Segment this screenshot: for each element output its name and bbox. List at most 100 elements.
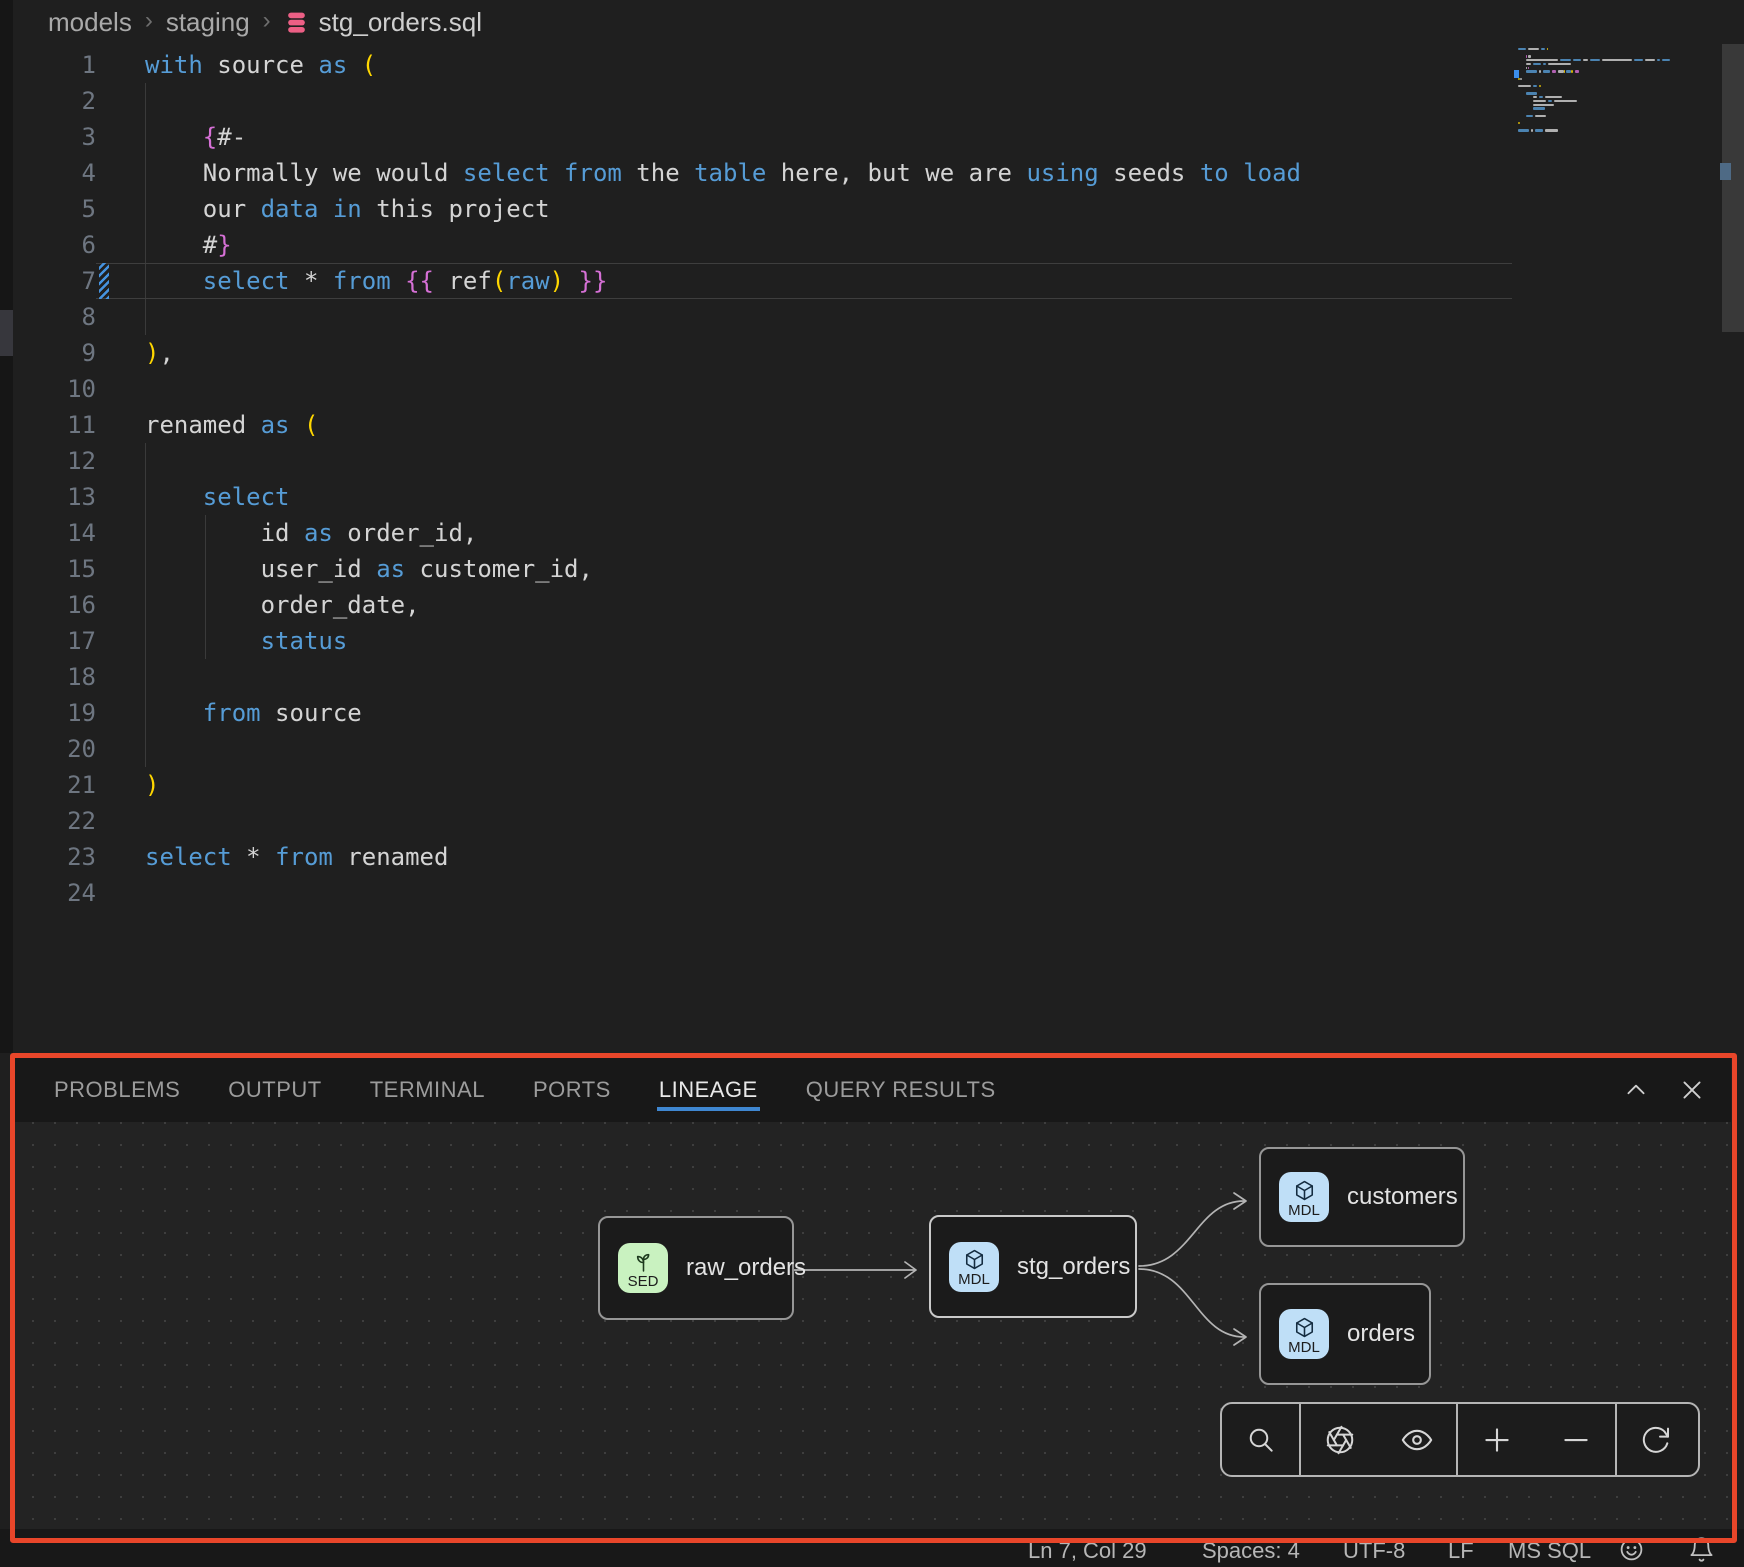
feedback-icon[interactable] <box>1618 1536 1645 1567</box>
status-item-ms-sql[interactable]: MS SQL <box>1508 1538 1591 1564</box>
minimap-modified-marker <box>1514 70 1519 78</box>
code-line[interactable]: 2 <box>0 83 1744 119</box>
indent-guide <box>145 299 146 335</box>
search-icon[interactable] <box>1238 1417 1284 1463</box>
code-line[interactable]: 1 with source as ( <box>0 47 1744 83</box>
code-line[interactable]: 11 renamed as ( <box>0 407 1744 443</box>
status-item-ln-7-col-29[interactable]: Ln 7, Col 29 <box>1028 1538 1147 1564</box>
editor-scrollbar[interactable] <box>1722 44 1744 332</box>
lineage-node-raw_orders[interactable]: SEDraw_orders <box>598 1216 794 1320</box>
node-badge-label: SED <box>628 1274 659 1289</box>
indent-guide <box>145 443 146 479</box>
line-number: 1 <box>0 47 96 83</box>
code-line[interactable]: 13 select <box>0 479 1744 515</box>
code-line[interactable]: 3 {#- <box>0 119 1744 155</box>
node-badge-label: MDL <box>1288 1340 1320 1355</box>
code-line[interactable]: 20 <box>0 731 1744 767</box>
line-number: 6 <box>0 227 96 263</box>
cube-icon: MDL <box>1279 1309 1329 1359</box>
code-line-text: status <box>145 623 347 659</box>
node-badge-label: MDL <box>1288 1203 1320 1218</box>
database-icon <box>284 10 309 35</box>
status-item-utf-8[interactable]: UTF-8 <box>1343 1538 1405 1564</box>
code-line[interactable]: 6 #} <box>0 227 1744 263</box>
status-item-spaces-4[interactable]: Spaces: 4 <box>1202 1538 1300 1564</box>
code-line[interactable]: 9), <box>0 335 1744 371</box>
breadcrumb-item-staging[interactable]: staging <box>166 7 250 38</box>
line-number: 3 <box>0 119 96 155</box>
tab-terminal[interactable]: TERMINAL <box>370 1058 485 1122</box>
line-number: 4 <box>0 155 96 191</box>
close-icon <box>1679 1077 1705 1103</box>
line-number: 5 <box>0 191 96 227</box>
tab-label: LINEAGE <box>659 1077 758 1103</box>
tab-ports[interactable]: PORTS <box>533 1058 611 1122</box>
code-line[interactable]: 18 <box>0 659 1744 695</box>
tab-output[interactable]: OUTPUT <box>228 1058 321 1122</box>
breadcrumb-item-models[interactable]: models <box>48 7 132 38</box>
panel-close-button[interactable] <box>1679 1077 1705 1103</box>
zoom-in-icon[interactable] <box>1474 1417 1520 1463</box>
breadcrumb-file[interactable]: stg_orders.sql <box>284 7 482 38</box>
tab-query-results[interactable]: QUERY RESULTS <box>806 1058 996 1122</box>
tab-label: OUTPUT <box>228 1077 321 1103</box>
code-line-text: id as order_id, <box>145 515 477 551</box>
code-line[interactable]: 16 order_date, <box>0 587 1744 623</box>
code-line-text: Normally we would select from the table … <box>145 155 1301 191</box>
aperture-icon[interactable] <box>1317 1417 1363 1463</box>
status-bar: Ln 7, Col 29 Spaces: 4 UTF-8 LF MS SQL <box>0 1529 1744 1567</box>
code-line[interactable]: 17 status <box>0 623 1744 659</box>
code-line[interactable]: 10 <box>0 371 1744 407</box>
line-number: 16 <box>0 587 96 623</box>
code-line-text: order_date, <box>145 587 420 623</box>
line-number: 13 <box>0 479 96 515</box>
code-line[interactable]: 23select * from renamed <box>0 839 1744 875</box>
lineage-node-customers[interactable]: MDLcustomers <box>1259 1147 1465 1247</box>
code-line-text: ), <box>145 335 174 371</box>
line-number: 18 <box>0 659 96 695</box>
line-number: 14 <box>0 515 96 551</box>
code-editor[interactable]: 1with source as (23 {#-4 Normally we wou… <box>0 44 1744 1053</box>
gutter-modified-marker <box>99 263 109 299</box>
panel-maximize-button[interactable] <box>1623 1077 1649 1103</box>
tab-problems[interactable]: PROBLEMS <box>54 1058 180 1122</box>
lineage-node-orders[interactable]: MDLorders <box>1259 1283 1431 1385</box>
line-number: 11 <box>0 407 96 443</box>
eye-icon[interactable] <box>1394 1417 1440 1463</box>
indent-guide <box>145 659 146 695</box>
refresh-icon[interactable] <box>1633 1417 1679 1463</box>
code-line[interactable]: 5 our data in this project <box>0 191 1744 227</box>
status-item-lf[interactable]: LF <box>1448 1538 1474 1564</box>
breadcrumb-filename: stg_orders.sql <box>319 7 482 38</box>
line-number: 7 <box>0 263 96 299</box>
code-line[interactable]: 22 <box>0 803 1744 839</box>
code-line[interactable]: 14 id as order_id, <box>0 515 1744 551</box>
code-line[interactable]: 8 <box>0 299 1744 335</box>
zoom-out-icon[interactable] <box>1553 1417 1599 1463</box>
code-line-text: #} <box>145 227 232 263</box>
line-number: 2 <box>0 83 96 119</box>
code-line[interactable]: 12 <box>0 443 1744 479</box>
code-line-text: {#- <box>145 119 246 155</box>
seedling-icon: SED <box>618 1243 668 1293</box>
code-line-text: with source as ( <box>145 47 376 83</box>
tab-lineage[interactable]: LINEAGE <box>659 1058 758 1122</box>
node-badge-label: MDL <box>958 1272 990 1287</box>
overview-ruler-marker <box>1720 163 1731 180</box>
bell-icon[interactable] <box>1688 1536 1715 1567</box>
code-line[interactable]: 21) <box>0 767 1744 803</box>
sash-handle[interactable] <box>0 310 13 356</box>
code-line-text: select * from renamed <box>145 839 448 875</box>
panel-tab-strip: PROBLEMS OUTPUT TERMINAL PORTS LINEAGE QUERY … <box>13 1058 1731 1122</box>
code-line[interactable]: 24 <box>0 875 1744 911</box>
code-line-text: renamed as ( <box>145 407 318 443</box>
line-number: 8 <box>0 299 96 335</box>
code-line[interactable]: 7 select * from {{ ref(raw) }} <box>0 263 1744 299</box>
breadcrumb: models › staging › stg_orders.sql <box>0 0 1744 44</box>
code-line[interactable]: 4 Normally we would select from the tabl… <box>0 155 1744 191</box>
code-line[interactable]: 19 from source <box>0 695 1744 731</box>
code-line-text: ) <box>145 767 159 803</box>
code-line[interactable]: 15 user_id as customer_id, <box>0 551 1744 587</box>
lineage-node-stg_orders[interactable]: MDLstg_orders <box>929 1215 1137 1318</box>
tab-label: QUERY RESULTS <box>806 1077 996 1103</box>
